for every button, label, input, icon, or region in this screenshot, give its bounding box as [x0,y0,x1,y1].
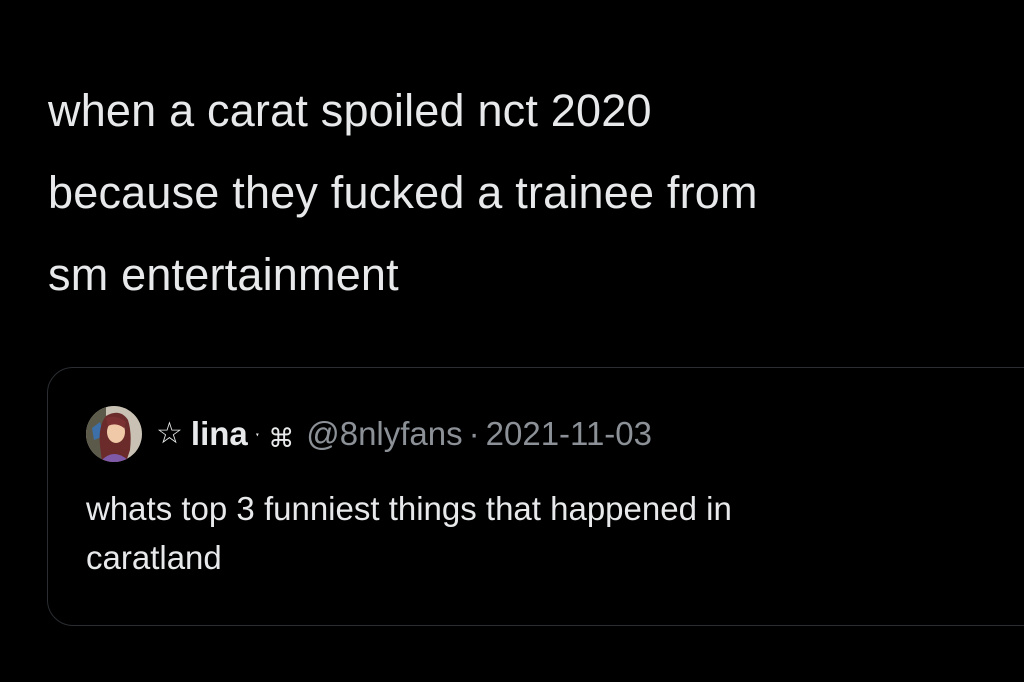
tweet-text-line: when a carat spoiled nct 2020 [48,85,652,136]
quoted-text-line: whats top 3 funniest things that happene… [86,490,732,527]
display-name[interactable]: lina [191,415,248,453]
separator-dot: · [468,415,480,452]
tweet-body: when a carat spoiled nct 2020 because th… [48,70,1018,316]
name-decoration: ˑ ⌘ [253,422,295,453]
quoted-text-line: caratland [86,539,222,576]
avatar[interactable] [86,406,142,462]
tweet-date[interactable]: 2021-11-03 [486,415,652,452]
outline-star-icon: ☆ [156,417,183,450]
user-handle[interactable]: @8nlyfans [306,415,462,452]
tweet-text-line: sm entertainment [48,249,399,300]
quoted-tweet-header: ☆ lina ˑ ⌘ @8nlyfans · 2021-11-03 [86,404,652,464]
tweet-meta: @8nlyfans · 2021-11-03 [306,415,652,453]
tweet-text-line: because they fucked a trainee from [48,167,758,218]
quoted-tweet-card[interactable]: ☆ lina ˑ ⌘ @8nlyfans · 2021-11-03 whats to… [47,367,1024,626]
quoted-tweet-text: whats top 3 funniest things that happene… [86,484,1006,582]
